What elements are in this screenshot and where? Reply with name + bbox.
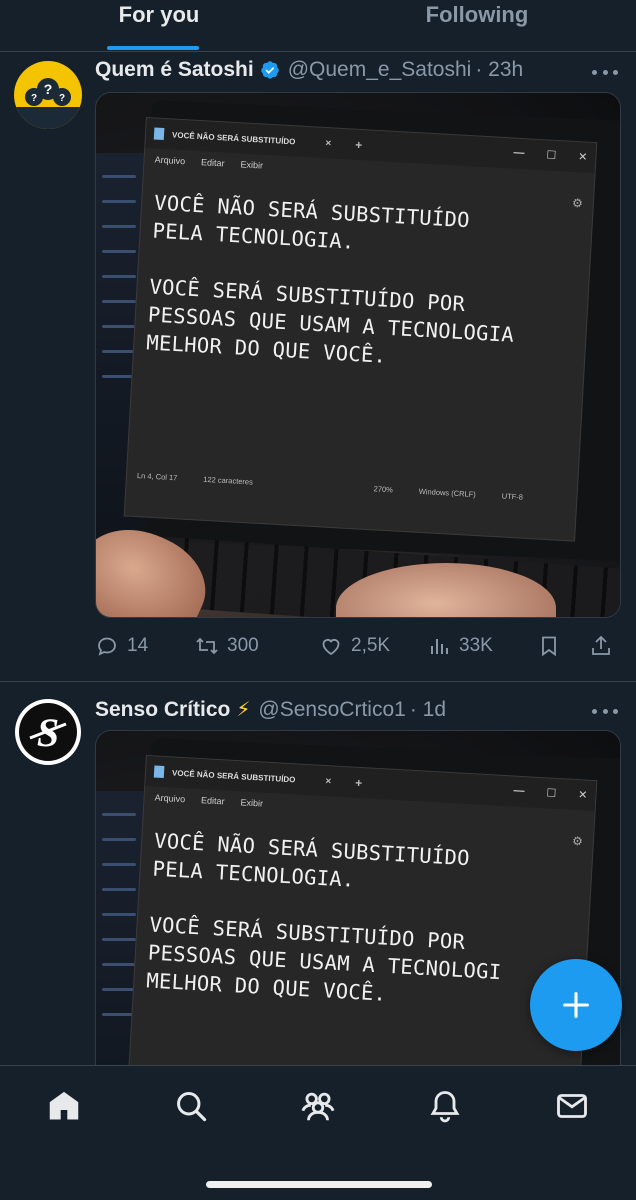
svg-text:?: ? xyxy=(44,81,53,97)
status-encoding: UTF-8 xyxy=(501,490,524,502)
tab-for-you-label: For you xyxy=(118,2,200,27)
notepad-text: VOCÊ NÃO SERÁ SUBSTITUÍDO PELA TECNOLOGI… xyxy=(134,808,594,1019)
avatar[interactable]: ? ? ? xyxy=(14,61,82,129)
timeline-tabs: For you Following xyxy=(0,0,636,52)
tab-following[interactable]: Following xyxy=(318,0,636,51)
post-image[interactable]: VOCÊ NÃO SERÁ SUBSTITUÍDO × + — ☐ ✕ Arquiv… xyxy=(95,92,621,618)
plus-icon xyxy=(563,992,589,1018)
bookmark-icon xyxy=(542,636,556,657)
status-eol: Windows (CRLF) xyxy=(418,486,477,499)
new-tab-icon: + xyxy=(354,137,363,153)
heart-icon xyxy=(322,639,340,656)
gear-icon: ⚙ xyxy=(571,833,584,849)
menu-exibir: Exibir xyxy=(240,797,264,809)
notepad-text: VOCÊ NÃO SERÁ SUBSTITUÍDO PELA TECNOLOGI… xyxy=(134,170,594,381)
status-chars: 122 caracteres xyxy=(203,474,254,487)
close-tab-icon: × xyxy=(325,775,332,787)
close-tab-icon: × xyxy=(325,137,332,149)
repost-count: 300 xyxy=(227,635,259,656)
window-controls: — ☐ ✕ xyxy=(513,146,588,164)
nav-notifications[interactable] xyxy=(425,1086,465,1126)
status-position: Ln 4, Col 17 xyxy=(136,470,178,482)
notepad-window: VOCÊ NÃO SERÁ SUBSTITUÍDO × + — ☐ ✕ Arquiv… xyxy=(123,755,598,1065)
home-icon xyxy=(49,1091,79,1120)
question-mark-people-avatar-icon: ? ? ? xyxy=(14,61,82,129)
search-icon xyxy=(177,1092,207,1122)
messages-envelope-icon xyxy=(557,1094,587,1118)
menu-editar: Editar xyxy=(200,157,225,169)
post-header: Quem é Satoshi @Quem_e_Satoshi · 23h xyxy=(95,58,622,82)
menu-editar: Editar xyxy=(200,795,225,807)
display-name[interactable]: Senso Crítico xyxy=(95,698,230,722)
compose-button[interactable] xyxy=(530,959,622,1051)
handle[interactable]: @SensoCrtico1 xyxy=(258,698,405,722)
notepad-tab-title: VOCÊ NÃO SERÁ SUBSTITUÍDO xyxy=(171,129,296,146)
nav-search[interactable] xyxy=(171,1086,211,1126)
verified-badge-icon xyxy=(260,61,279,79)
post-header: Senso Crítico ⚡ @SensoCrtico1 · 1d xyxy=(95,697,622,722)
gear-icon: ⚙ xyxy=(571,195,584,211)
repost-button[interactable]: 300 xyxy=(195,634,319,658)
svg-text:?: ? xyxy=(59,93,65,104)
home-indicator xyxy=(206,1181,432,1188)
share-icon xyxy=(592,635,610,655)
bottom-nav xyxy=(0,1065,636,1200)
menu-arquivo: Arquivo xyxy=(154,792,186,805)
avatar[interactable]: S xyxy=(14,698,82,766)
nav-home[interactable] xyxy=(44,1086,84,1126)
menu-exibir: Exibir xyxy=(240,159,264,171)
reply-button[interactable]: 14 xyxy=(95,634,195,658)
lightning-emoji: ⚡ xyxy=(236,699,251,721)
nav-communities[interactable] xyxy=(298,1086,338,1126)
app-root: For you Following ? ? ? Quem é Satoshi @… xyxy=(0,0,636,1200)
share-button[interactable] xyxy=(589,634,621,658)
document-icon xyxy=(153,127,165,141)
more-options-icon[interactable] xyxy=(592,62,618,82)
post[interactable]: ? ? ? Quem é Satoshi @Quem_e_Satoshi · 2… xyxy=(0,52,636,682)
window-controls: — ☐ ✕ xyxy=(513,784,588,802)
more-options-icon[interactable] xyxy=(592,701,618,721)
s-logo-avatar-icon: S xyxy=(15,699,81,765)
tab-following-label: Following xyxy=(425,2,529,27)
notepad-window: VOCÊ NÃO SERÁ SUBSTITUÍDO × + — ☐ ✕ Arquiv… xyxy=(123,117,598,542)
views-count: 33K xyxy=(459,635,493,656)
tab-for-you[interactable]: For you xyxy=(0,0,318,51)
menu-arquivo: Arquivo xyxy=(154,154,186,167)
views-chart-icon xyxy=(431,639,448,654)
communities-icon xyxy=(301,1092,335,1121)
new-tab-icon: + xyxy=(354,775,363,791)
reply-count: 14 xyxy=(127,635,149,656)
post-actions: 14 300 2,5K 33K xyxy=(95,630,621,662)
document-icon xyxy=(153,765,165,779)
post-time: · 1d xyxy=(409,697,446,721)
like-count: 2,5K xyxy=(351,635,391,656)
views-button[interactable]: 33K xyxy=(427,634,537,658)
nav-messages[interactable] xyxy=(552,1086,592,1126)
like-button[interactable]: 2,5K xyxy=(319,634,427,658)
handle[interactable]: @Quem_e_Satoshi xyxy=(288,58,472,82)
repost-icon xyxy=(196,637,218,655)
notepad-tab-title: VOCÊ NÃO SERÁ SUBSTITUÍDO xyxy=(171,767,296,784)
status-zoom: 270% xyxy=(373,483,394,494)
display-name[interactable]: Quem é Satoshi xyxy=(95,58,254,82)
notifications-bell-icon xyxy=(430,1091,460,1123)
bookmark-button[interactable] xyxy=(537,634,589,658)
svg-text:?: ? xyxy=(31,93,37,104)
post-time: · 23h xyxy=(475,58,524,81)
laptop-photo: VOCÊ NÃO SERÁ SUBSTITUÍDO × + — ☐ ✕ Arquiv… xyxy=(96,93,620,617)
reply-icon xyxy=(98,637,116,656)
active-tab-indicator xyxy=(107,46,199,50)
notepad-statusbar: Ln 4, Col 17 122 caracteres 270% Windows… xyxy=(126,464,577,511)
